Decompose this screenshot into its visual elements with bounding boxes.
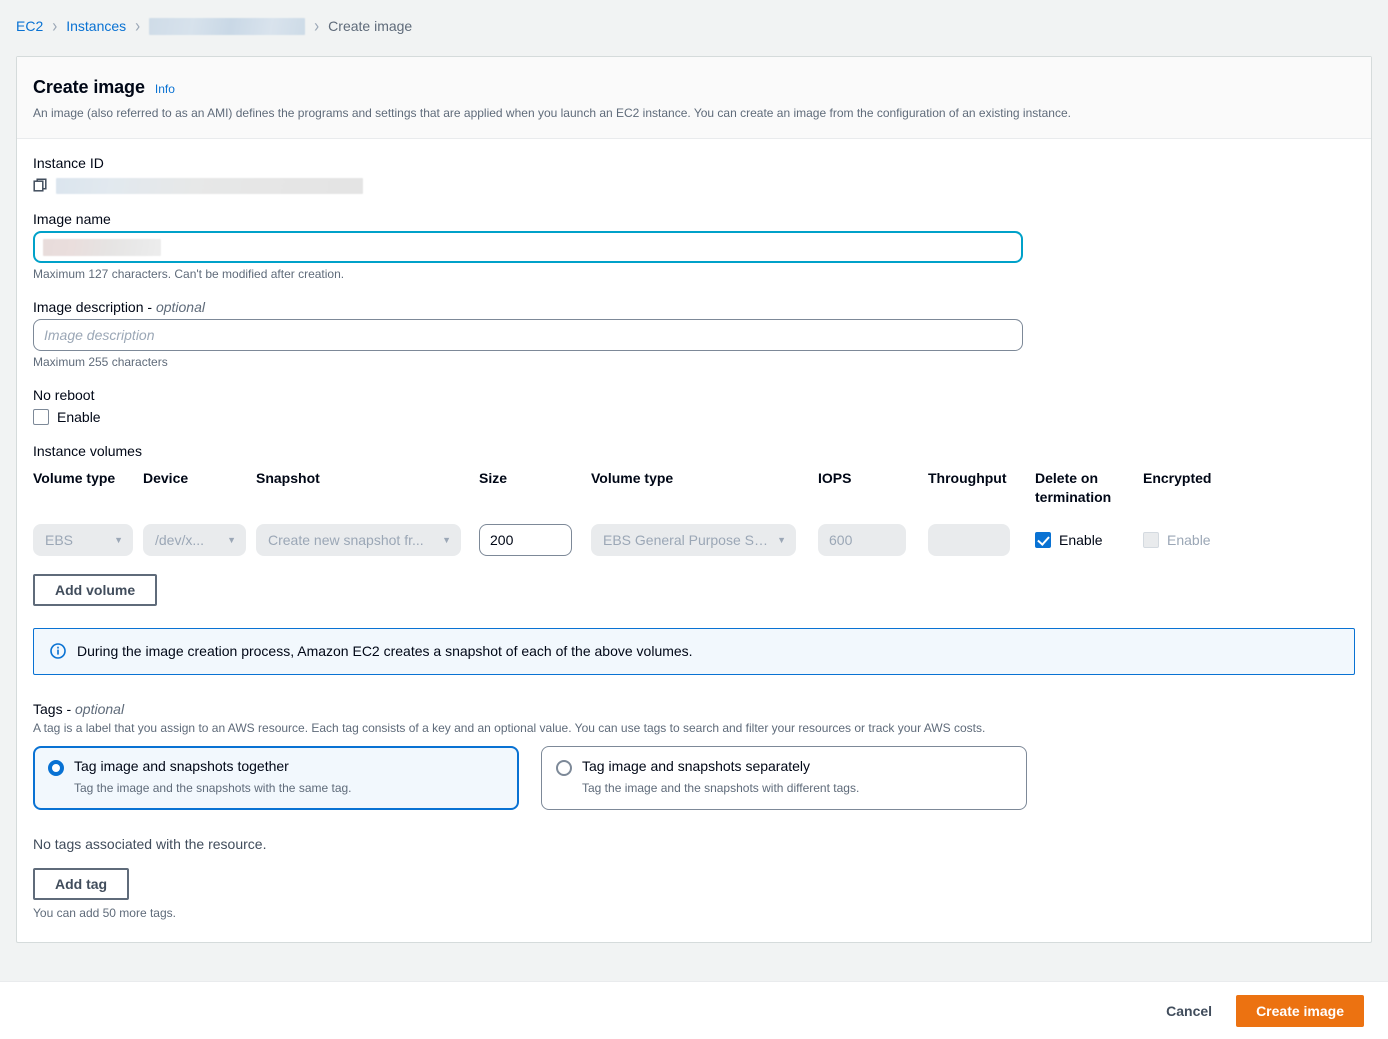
tags-optional-text: optional (75, 701, 124, 717)
card-body: Instance ID Image name Maximum 127 chara… (17, 139, 1371, 942)
device-select: /dev/x... ▼ (143, 524, 246, 556)
no-reboot-checkbox-row[interactable]: Enable (33, 409, 1355, 425)
no-tags-message: No tags associated with the resource. (33, 836, 1355, 852)
column-header-encrypted: Encrypted (1143, 469, 1253, 487)
info-circle-icon (50, 643, 66, 659)
tag-option-separately[interactable]: Tag image and snapshots separately Tag t… (541, 746, 1027, 810)
tags-section-title: Tags - optional (33, 701, 1355, 717)
create-image-page: EC2 › Instances › › Create image Create … (0, 0, 1388, 1039)
iops-field: 600 (818, 524, 906, 556)
snapshot-value: Create new snapshot fr... (268, 532, 424, 548)
breadcrumb-item-instance-redacted[interactable] (149, 18, 305, 35)
snapshot-info-alert: During the image creation process, Amazo… (33, 628, 1355, 676)
no-reboot-label: No reboot (33, 387, 1355, 403)
tag-option-together-title: Tag image and snapshots together (74, 758, 352, 776)
encrypted-checkbox (1143, 532, 1159, 548)
tags-remaining-text: You can add 50 more tags. (33, 906, 1355, 920)
column-header-throughput: Throughput (928, 469, 1035, 487)
image-description-optional-text: optional (156, 299, 205, 315)
throughput-field (928, 524, 1010, 556)
table-row: EBS ▼ /dev/x... ▼ Create new snapshot fr… (33, 524, 1355, 556)
column-header-delete-on-termination: Delete on termination (1035, 469, 1143, 505)
column-header-size: Size (479, 469, 591, 487)
column-header-volume-type-2: Volume type (591, 469, 818, 487)
image-name-input[interactable] (33, 231, 1023, 263)
copy-icon[interactable] (33, 178, 49, 194)
volume-type-select: EBS ▼ (33, 524, 133, 556)
no-reboot-checkbox-label: Enable (57, 409, 101, 425)
card-header: Create image Info An image (also referre… (17, 57, 1371, 139)
create-image-button[interactable]: Create image (1236, 995, 1364, 1027)
page-title: Create image (33, 77, 145, 98)
tag-option-separately-radio[interactable] (556, 760, 572, 776)
instance-id-label: Instance ID (33, 155, 1355, 171)
volume-type-2-select: EBS General Purpose SS... ▼ (591, 524, 796, 556)
tag-option-separately-title: Tag image and snapshots separately (582, 758, 859, 776)
delete-on-termination-label: Enable (1059, 532, 1103, 548)
encrypted-label: Enable (1167, 532, 1211, 548)
breadcrumb-item-current: Create image (328, 18, 412, 34)
tag-option-together-subtitle: Tag the image and the snapshots with the… (74, 781, 352, 797)
column-header-iops: IOPS (818, 469, 928, 487)
tag-option-together-radio[interactable] (48, 760, 64, 776)
breadcrumb-item-ec2[interactable]: EC2 (16, 18, 43, 34)
delete-on-termination-checkbox[interactable] (1035, 532, 1051, 548)
cancel-button[interactable]: Cancel (1156, 1003, 1222, 1019)
column-header-snapshot: Snapshot (256, 469, 479, 487)
chevron-down-icon: ▼ (114, 535, 123, 545)
encrypted-checkbox-row: Enable (1143, 532, 1245, 548)
size-input[interactable] (479, 524, 572, 556)
image-name-redacted-value (43, 239, 161, 256)
volume-type-2-value: EBS General Purpose SS... (603, 532, 771, 548)
instance-volumes-table: Volume type Device Snapshot Size Volume … (33, 469, 1355, 555)
image-name-hint: Maximum 127 characters. Can't be modifie… (33, 267, 1355, 281)
tag-option-together[interactable]: Tag image and snapshots together Tag the… (33, 746, 519, 810)
footer-actions: Cancel Create image (0, 981, 1388, 1039)
column-header-device: Device (143, 469, 256, 487)
instance-volumes-label: Instance volumes (33, 443, 1355, 459)
breadcrumb-item-instances[interactable]: Instances (66, 18, 126, 34)
chevron-down-icon: ▼ (227, 535, 236, 545)
info-link[interactable]: Info (155, 82, 175, 96)
tag-option-separately-subtitle: Tag the image and the snapshots with dif… (582, 781, 859, 797)
image-description-label-text: Image description - (33, 299, 156, 315)
tags-description: A tag is a label that you assign to an A… (33, 720, 1355, 737)
image-description-label: Image description - optional (33, 299, 1355, 315)
instance-id-redacted-value (56, 178, 363, 194)
image-description-input[interactable] (33, 319, 1023, 351)
tag-mode-radio-group: Tag image and snapshots together Tag the… (33, 746, 1355, 810)
delete-on-termination-checkbox-row[interactable]: Enable (1035, 532, 1135, 548)
tags-title-text: Tags - (33, 701, 75, 717)
breadcrumb-separator-icon: › (52, 15, 57, 36)
volume-type-value: EBS (45, 532, 73, 548)
chevron-down-icon: ▼ (442, 535, 451, 545)
add-volume-button[interactable]: Add volume (33, 574, 157, 606)
device-value: /dev/x... (155, 532, 204, 548)
breadcrumb-separator-icon: › (135, 15, 140, 36)
image-description-hint: Maximum 255 characters (33, 355, 1355, 369)
column-header-volume-type: Volume type (33, 469, 143, 487)
snapshot-select: Create new snapshot fr... ▼ (256, 524, 461, 556)
add-tag-button[interactable]: Add tag (33, 868, 129, 900)
breadcrumb-separator-icon: › (314, 15, 319, 36)
chevron-down-icon: ▼ (777, 535, 786, 545)
instance-id-value-row (33, 175, 1355, 197)
create-image-card: Create image Info An image (also referre… (16, 56, 1372, 943)
no-reboot-checkbox[interactable] (33, 409, 49, 425)
breadcrumb: EC2 › Instances › › Create image (0, 0, 1388, 52)
snapshot-info-alert-text: During the image creation process, Amazo… (77, 642, 693, 662)
page-description: An image (also referred to as an AMI) de… (33, 105, 1355, 122)
image-name-label: Image name (33, 211, 1355, 227)
table-header-row: Volume type Device Snapshot Size Volume … (33, 469, 1355, 505)
